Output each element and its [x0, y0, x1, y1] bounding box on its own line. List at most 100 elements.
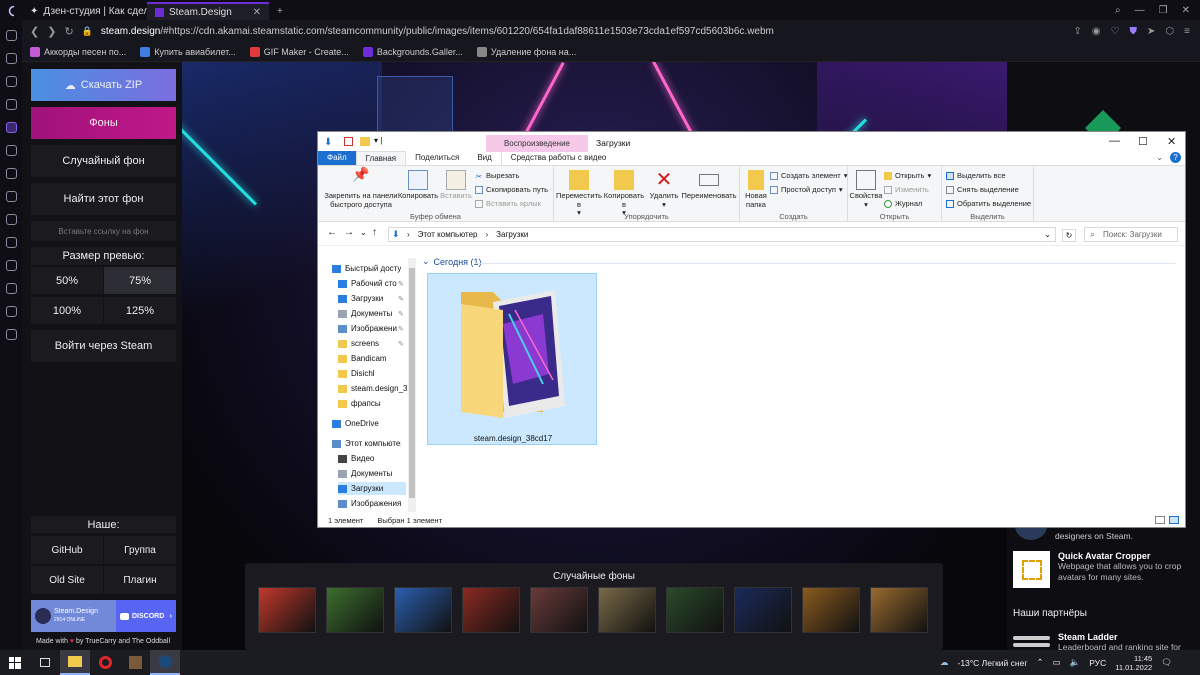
playback-context-tab[interactable]: Воспроизведение	[486, 135, 588, 152]
random-background-thumbnail[interactable]	[598, 587, 656, 633]
quick-access-down-icon[interactable]: ⬇	[324, 137, 332, 148]
new-folder-button[interactable]: Новая папка	[742, 170, 770, 209]
tree-item[interactable]: OneDrive	[332, 417, 379, 430]
invert-selection-button[interactable]: Обратить выделение	[946, 199, 1031, 208]
workspace-icon[interactable]	[5, 122, 17, 133]
open-button[interactable]: Открыть ▾	[884, 171, 931, 180]
edit-button[interactable]: Изменить	[884, 185, 929, 194]
volume-icon[interactable]: 🔈	[1070, 657, 1081, 668]
recent-dropdown-icon[interactable]: ⌄	[360, 228, 367, 237]
find-background-button[interactable]: Найти этот фон	[31, 183, 176, 215]
bookmark-item[interactable]: GIF Maker - Create...	[249, 46, 349, 57]
copy-to-button[interactable]: Копировать в ▾	[602, 170, 646, 218]
tree-item[interactable]: steam.design_38	[338, 382, 407, 395]
ribbon-collapse-icon[interactable]: ⌄	[1156, 153, 1163, 162]
opera-logo-icon[interactable]	[0, 2, 22, 20]
player-icon[interactable]	[5, 237, 17, 248]
size-125-button[interactable]: 125%	[104, 297, 176, 324]
paste-button[interactable]: Вставить	[438, 170, 474, 201]
close-icon[interactable]: ✕	[1167, 135, 1176, 148]
close-tab-icon[interactable]: ✕	[253, 7, 261, 18]
tree-item[interactable]: Быстрый доступ	[332, 262, 401, 275]
instagram-icon[interactable]	[5, 191, 17, 202]
twitch-purple-icon[interactable]	[5, 214, 17, 225]
tree-item[interactable]: Bandicam	[338, 352, 387, 365]
tray-overflow-icon[interactable]: ⌃	[1036, 657, 1043, 668]
tab-share[interactable]: Поделиться	[406, 151, 468, 165]
file-explorer-taskbar-icon[interactable]	[60, 650, 90, 675]
search-tabs-icon[interactable]: ⌕	[1115, 5, 1121, 16]
quick-avatar-cropper-item[interactable]: Quick Avatar Cropper Webpage that allows …	[1013, 551, 1188, 588]
up-arrow-icon[interactable]: ↑	[372, 227, 377, 238]
new-item-button[interactable]: Создать элемент ▾	[770, 171, 847, 180]
refresh-icon[interactable]: ↻	[1062, 229, 1076, 242]
pin-quick-access-button[interactable]: 📌 Закрепить на панели быстрого доступа	[322, 167, 400, 209]
random-background-thumbnail[interactable]	[734, 587, 792, 633]
size-100-button[interactable]: 100%	[31, 297, 103, 324]
tree-item[interactable]: Этот компьютер	[332, 437, 401, 450]
bookmark-item[interactable]: Аккорды песен по...	[30, 46, 126, 57]
bookmark-item[interactable]: Backgrounds.Galler...	[362, 46, 463, 57]
game-taskbar-icon[interactable]	[120, 650, 150, 675]
github-button[interactable]: GitHub	[31, 536, 103, 564]
size-75-button[interactable]: 75%	[104, 267, 176, 294]
url-field[interactable]: steam.design/#https://cdn.akamai.steamst…	[101, 26, 774, 37]
opera-taskbar-icon[interactable]	[90, 650, 120, 675]
heart-icon[interactable]	[5, 260, 17, 271]
minimize-icon[interactable]: —	[1109, 135, 1120, 147]
send-icon[interactable]: ➤	[1147, 26, 1155, 37]
old-site-button[interactable]: Old Site	[31, 566, 103, 594]
start-button[interactable]	[0, 650, 30, 675]
cube-icon[interactable]	[5, 306, 17, 317]
vpn-icon[interactable]: ⛊	[1130, 26, 1138, 37]
steam-taskbar-icon[interactable]	[150, 650, 180, 675]
notifications-icon[interactable]: 🗨	[1161, 657, 1172, 668]
reload-icon[interactable]: ↻	[64, 25, 73, 38]
details-view-icon[interactable]	[1155, 516, 1165, 524]
move-to-button[interactable]: Переместить в ▾	[556, 170, 602, 218]
bookmark-icon[interactable]: ♡	[1111, 26, 1120, 37]
task-view-icon[interactable]	[30, 650, 60, 675]
forward-icon[interactable]: ❯	[47, 25, 56, 38]
settings-icon[interactable]	[5, 329, 17, 340]
random-background-thumbnail[interactable]	[530, 587, 588, 633]
tab-video-tools[interactable]: Средства работы с видео	[500, 151, 616, 165]
background-link-input[interactable]: Вставьте ссылку на фон	[31, 221, 176, 241]
history-button[interactable]: Журнал	[884, 199, 922, 208]
tree-item[interactable]: Загрузки ✎	[338, 292, 404, 305]
select-all-button[interactable]: Выделить все	[946, 171, 1006, 180]
copy-button[interactable]: Копировать	[398, 170, 438, 201]
bookmark-item[interactable]: Удаление фона на...	[476, 46, 576, 57]
forward-arrow-icon[interactable]: →	[344, 227, 354, 238]
breadcrumb-downloads[interactable]: Загрузки	[496, 230, 528, 239]
file-item-selected[interactable]: steam.design_38cd17	[427, 273, 597, 445]
breadcrumb-this-pc[interactable]: Этот компьютер	[418, 230, 478, 239]
tree-item[interactable]: фрапсы	[338, 397, 381, 410]
clock[interactable]: 11:45 11.01.2022	[1115, 654, 1152, 672]
random-background-thumbnail[interactable]	[326, 587, 384, 633]
speed-dial-icon[interactable]	[5, 53, 17, 64]
discord-banner[interactable]: Steam.Design 2914 ONLINE DISCORD ›	[31, 600, 176, 632]
language-indicator[interactable]: РУС	[1089, 658, 1106, 668]
select-none-button[interactable]: Снять выделение	[946, 185, 1019, 194]
large-icons-view-icon[interactable]	[1169, 516, 1179, 524]
gamepad-icon[interactable]	[5, 30, 17, 41]
paste-shortcut-button[interactable]: Вставить ярлык	[475, 199, 541, 208]
tree-item[interactable]: Документы ✎	[338, 307, 404, 320]
tree-item[interactable]: Изображения	[338, 497, 401, 510]
camera-icon[interactable]: ◉	[1092, 26, 1101, 37]
random-background-thumbnail[interactable]	[258, 587, 316, 633]
delete-button[interactable]: ✕ Удалить ▾	[646, 170, 682, 209]
new-tab-button[interactable]: +	[269, 2, 291, 20]
group-header[interactable]: ⌄ Сегодня (1)	[422, 256, 482, 267]
help-icon[interactable]: ?	[1170, 152, 1181, 163]
random-background-thumbnail[interactable]	[394, 587, 452, 633]
random-background-button[interactable]: Случайный фон	[31, 145, 176, 177]
weather-icon[interactable]: ☁	[940, 657, 949, 668]
folder-qat-icon[interactable]	[360, 137, 370, 146]
plugin-button[interactable]: Плагин	[104, 566, 176, 594]
backgrounds-button[interactable]: Фоны	[31, 107, 176, 139]
menu-icon[interactable]: ≡	[1184, 26, 1190, 37]
back-arrow-icon[interactable]: ←	[327, 227, 337, 238]
properties-button[interactable]: Свойства ▾	[850, 170, 882, 209]
